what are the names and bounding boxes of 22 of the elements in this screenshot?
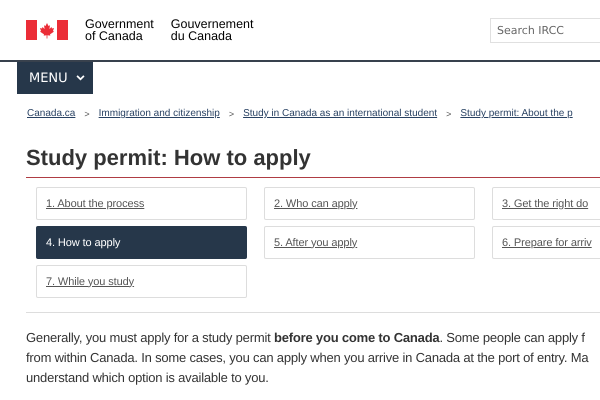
breadcrumb-separator: >: [446, 108, 452, 118]
government-of-canada-text: Government of Canada: [85, 18, 154, 42]
breadcrumb-link[interactable]: Canada.ca: [27, 108, 76, 119]
breadcrumb-link[interactable]: Study in Canada as an international student: [243, 108, 438, 119]
step-link[interactable]: 2. Who can apply: [264, 187, 475, 220]
menu-button[interactable]: MENU: [17, 62, 93, 94]
breadcrumb-separator: >: [84, 108, 90, 118]
chevron-down-icon: [76, 75, 85, 81]
step-link[interactable]: 1. About the process: [36, 187, 247, 220]
gouvernement-du-canada-text: Gouvernement du Canada: [170, 18, 254, 42]
breadcrumb-link[interactable]: Immigration and citizenship: [98, 108, 220, 119]
step-link[interactable]: 5. After you apply: [264, 226, 475, 259]
canada-flag-icon: [26, 20, 68, 40]
step-link[interactable]: 7. While you study: [36, 265, 247, 298]
page-title: Study permit: How to apply: [26, 145, 600, 178]
step-link[interactable]: 6. Prepare for arriv: [492, 226, 600, 259]
step-link[interactable]: 4. How to apply: [36, 226, 247, 259]
step-link[interactable]: 3. Get the right do: [492, 187, 600, 220]
search-field[interactable]: Search IRCC: [490, 18, 600, 42]
intro-paragraph: Generally, you must apply for a study permit before you come to Canada. Some people can apply f from within Canada. In some cases, you can apply when you arrive in Canada at the port of entry. Ma understand which option is available to you.: [26, 329, 590, 387]
breadcrumb-separator: >: [228, 108, 234, 118]
breadcrumb-link[interactable]: Study permit: About the p: [460, 108, 573, 119]
